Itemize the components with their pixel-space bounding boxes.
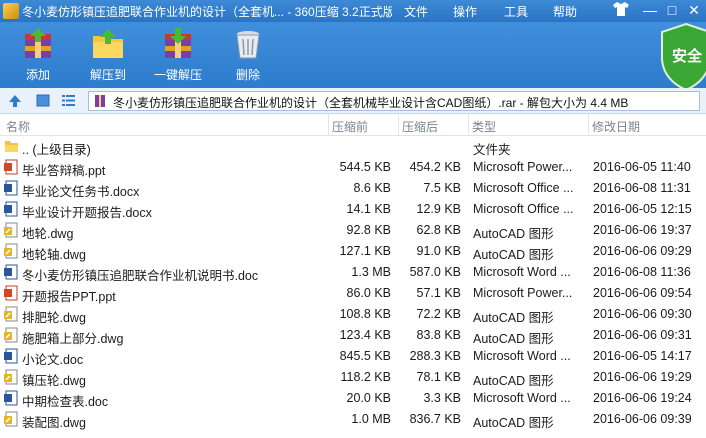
file-list: .. (上级目录) 文件夹 毕业答辩稿.ppt 544.5 KB 454.2 K… <box>0 136 706 438</box>
dwg-file-icon <box>4 222 19 238</box>
menu-tools[interactable]: 工具 <box>504 3 528 20</box>
path-text: 冬小麦仿形镇压追肥联合作业机的设计（全套机械毕业设计含CAD图纸）.rar - … <box>113 96 629 110</box>
column-name[interactable]: 名称 <box>6 118 30 135</box>
doc-file-icon <box>4 390 19 406</box>
minimize-button[interactable]: — <box>640 1 660 19</box>
list-item[interactable]: 地轮轴.dwg 127.1 KB 91.0 KB AutoCAD 图形 2016… <box>0 241 706 262</box>
title-bar: 冬小麦仿形镇压追肥联合作业机的设计（全套机... - 360压缩 3.2正式版 … <box>0 0 706 22</box>
address-bar: 冬小麦仿形镇压追肥联合作业机的设计（全套机械毕业设计含CAD图纸）.rar - … <box>0 88 706 114</box>
list-item[interactable]: 冬小麦仿形镇压追肥联合作业机说明书.doc 1.3 MB 587.0 KB Mi… <box>0 262 706 283</box>
doc-file-icon <box>4 264 19 280</box>
one-click-extract-button[interactable]: 一键解压 <box>150 26 206 84</box>
dwg-file-icon <box>4 306 19 322</box>
extract-to-icon <box>90 26 126 62</box>
add-button[interactable]: 添加 <box>18 26 58 84</box>
docx-file-icon <box>4 201 19 217</box>
dwg-file-icon <box>4 327 19 343</box>
doc-file-icon <box>4 348 19 364</box>
list-item[interactable]: 排肥轮.dwg 108.8 KB 72.2 KB AutoCAD 图形 2016… <box>0 304 706 325</box>
up-arrow-icon[interactable] <box>8 94 22 108</box>
menu-file[interactable]: 文件 <box>404 3 428 20</box>
list-item[interactable]: 施肥箱上部分.dwg 123.4 KB 83.8 KB AutoCAD 图形 2… <box>0 325 706 346</box>
delete-button[interactable]: 删除 <box>228 26 268 84</box>
column-divider[interactable] <box>588 114 589 136</box>
list-item[interactable]: 开题报告PPT.ppt 86.0 KB 57.1 KB Microsoft Po… <box>0 283 706 304</box>
dwg-file-icon <box>4 411 19 427</box>
list-item[interactable]: 小论文.doc 845.5 KB 288.3 KB Microsoft Word… <box>0 346 706 367</box>
column-size[interactable]: 压缩前 <box>332 118 368 135</box>
list-item[interactable]: .. (上级目录) 文件夹 <box>0 136 706 157</box>
security-badge-label: 安全 <box>672 48 703 65</box>
archive-file-icon <box>95 95 105 107</box>
column-packed[interactable]: 压缩后 <box>402 118 438 135</box>
app-logo-icon <box>3 3 19 19</box>
column-divider[interactable] <box>398 114 399 136</box>
add-archive-icon <box>20 26 56 62</box>
list-item[interactable]: 地轮.dwg 92.8 KB 62.8 KB AutoCAD 图形 2016-0… <box>0 220 706 241</box>
column-modified[interactable]: 修改日期 <box>592 118 640 135</box>
column-divider[interactable] <box>468 114 469 136</box>
dwg-file-icon <box>4 243 19 259</box>
list-item[interactable]: 中期检查表.doc 20.0 KB 3.3 KB Microsoft Word … <box>0 388 706 409</box>
list-item[interactable]: 装配图.dwg 1.0 MB 836.7 KB AutoCAD 图形 2016-… <box>0 409 706 430</box>
list-item[interactable]: 镇压轮.dwg 118.2 KB 78.1 KB AutoCAD 图形 2016… <box>0 367 706 388</box>
skin-shirt-icon[interactable] <box>611 1 631 19</box>
close-button[interactable]: ✕ <box>684 1 704 19</box>
menu-operation[interactable]: 操作 <box>453 3 477 20</box>
list-item[interactable]: 毕业论文任务书.docx 8.6 KB 7.5 KB Microsoft Off… <box>0 178 706 199</box>
folder-icon <box>4 138 19 154</box>
column-divider[interactable] <box>328 114 329 136</box>
toolbar: 添加 解压到 一键解压 删除 <box>0 22 706 88</box>
delete-label: 删除 <box>235 68 260 82</box>
docx-file-icon <box>4 180 19 196</box>
add-label: 添加 <box>25 68 50 82</box>
extract-to-label: 解压到 <box>89 68 126 82</box>
column-header-row: 名称 压缩前 压缩后 类型 修改日期 <box>0 114 706 136</box>
list-view-icon[interactable] <box>61 93 76 108</box>
dwg-file-icon <box>4 369 19 385</box>
list-item[interactable]: 毕业答辩稿.ppt 544.5 KB 454.2 KB Microsoft Po… <box>0 157 706 178</box>
large-icon-view-icon[interactable] <box>36 94 50 107</box>
list-item[interactable]: 毕业设计开题报告.docx 14.1 KB 12.9 KB Microsoft … <box>0 199 706 220</box>
ppt-file-icon <box>4 159 19 175</box>
ppt-file-icon <box>4 285 19 301</box>
one-click-extract-icon <box>160 26 196 62</box>
one-click-extract-label: 一键解压 <box>153 68 202 82</box>
maximize-button[interactable]: □ <box>662 1 682 19</box>
column-type[interactable]: 类型 <box>472 118 496 135</box>
extract-to-button[interactable]: 解压到 <box>88 26 128 84</box>
delete-trash-icon <box>230 26 266 62</box>
menu-help[interactable]: 帮助 <box>553 3 577 20</box>
path-field[interactable]: 冬小麦仿形镇压追肥联合作业机的设计（全套机械毕业设计含CAD图纸）.rar - … <box>88 91 700 111</box>
window-title: 冬小麦仿形镇压追肥联合作业机的设计（全套机... - 360压缩 3.2正式版 <box>22 5 392 19</box>
